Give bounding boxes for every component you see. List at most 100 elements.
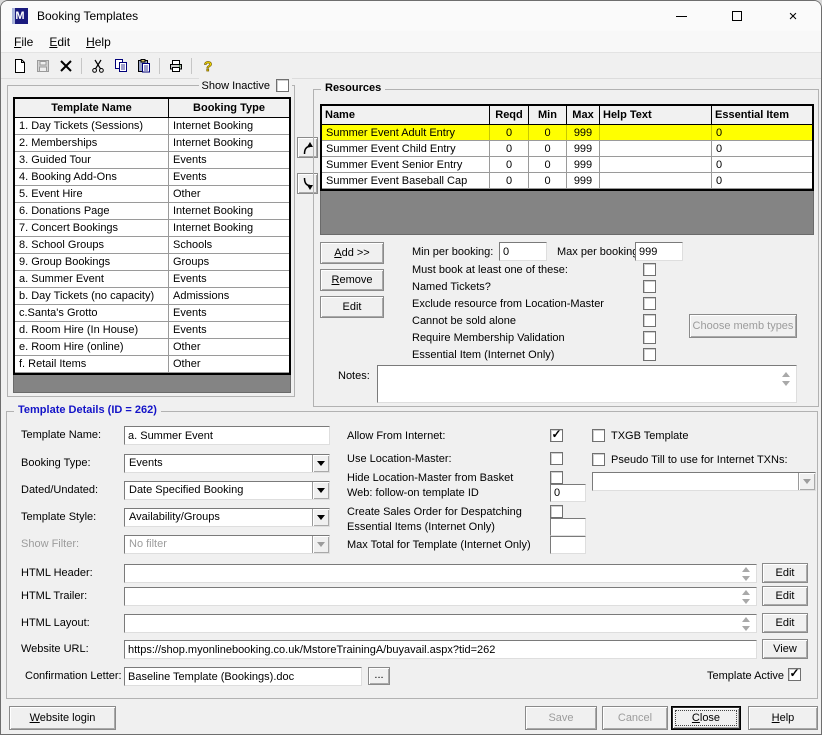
table-row[interactable]: 4. Booking Add-Ons Events xyxy=(15,169,289,186)
table-cell xyxy=(600,173,712,188)
table-cell: Other xyxy=(173,341,201,353)
print-button[interactable] xyxy=(164,56,187,77)
create-sales-order-checkbox[interactable] xyxy=(550,505,563,518)
html-trailer-input[interactable] xyxy=(124,587,757,606)
dated-undated-dropdown[interactable]: Date Specified Booking xyxy=(124,481,330,500)
min-per-booking-input[interactable] xyxy=(499,242,547,261)
table-row[interactable]: 5. Event Hire Other xyxy=(15,186,289,203)
menu-file[interactable]: File xyxy=(6,32,41,52)
use-location-master-checkbox[interactable] xyxy=(550,452,563,465)
table-row[interactable]: e. Room Hire (online) Other xyxy=(15,339,289,356)
column-header[interactable]: Help Text xyxy=(600,106,712,124)
maximize-button[interactable] xyxy=(709,1,765,31)
table-row[interactable]: 1. Day Tickets (Sessions) Internet Bookin… xyxy=(15,118,289,135)
column-header[interactable]: Max xyxy=(567,106,600,124)
toolbar-help-button[interactable]: ? xyxy=(196,56,219,77)
html-layout-input[interactable] xyxy=(124,614,757,633)
new-button[interactable] xyxy=(8,56,31,77)
table-row[interactable]: 8. School Groups Schools xyxy=(15,237,289,254)
table-row[interactable]: Summer Event Senior Entry 0 0 999 0 xyxy=(322,157,812,173)
html-trailer-edit-button[interactable]: Edit xyxy=(762,586,808,606)
table-row[interactable]: 3. Guided Tour Events xyxy=(15,152,289,169)
column-header[interactable]: Name xyxy=(322,106,490,124)
booking-type-dropdown[interactable]: Events xyxy=(124,454,330,473)
website-url-input[interactable] xyxy=(124,640,757,659)
dropdown-button[interactable] xyxy=(312,482,329,499)
notes-input[interactable] xyxy=(377,365,797,403)
max-per-booking-input[interactable] xyxy=(635,242,683,261)
column-header[interactable]: Min xyxy=(529,106,567,124)
named-tickets-checkbox[interactable] xyxy=(643,280,656,293)
essential-item-checkbox[interactable] xyxy=(643,348,656,361)
close-button[interactable]: Close xyxy=(671,706,741,730)
web-follow-on-input[interactable] xyxy=(550,484,586,502)
column-header[interactable]: Template Name xyxy=(15,99,169,117)
notes-scrollbar[interactable] xyxy=(780,372,792,386)
paste-button[interactable] xyxy=(132,56,155,77)
template-name-input[interactable] xyxy=(124,426,330,445)
hide-location-master-checkbox[interactable] xyxy=(550,471,563,484)
minimize-button[interactable] xyxy=(653,1,709,31)
table-row[interactable]: 2. Memberships Internet Booking xyxy=(15,135,289,152)
html-header-input[interactable] xyxy=(124,564,757,583)
require-membership-checkbox[interactable] xyxy=(643,331,656,344)
html-trailer-scrollbar[interactable] xyxy=(740,590,752,604)
allow-from-internet-checkbox[interactable] xyxy=(550,429,563,442)
must-book-checkbox[interactable] xyxy=(643,263,656,276)
close-window-button[interactable]: × xyxy=(765,1,821,31)
column-header[interactable]: Reqd xyxy=(490,106,529,124)
menu-help[interactable]: Help xyxy=(78,32,119,52)
table-row[interactable]: 7. Concert Bookings Internet Booking xyxy=(15,220,289,237)
website-url-view-button[interactable]: View xyxy=(762,639,808,659)
save-button-footer[interactable]: Save xyxy=(525,706,597,730)
add-resource-button[interactable]: Add >> xyxy=(320,242,384,264)
table-row[interactable]: b. Day Tickets (no capacity) Admissions xyxy=(15,288,289,305)
confirmation-letter-browse-button[interactable]: ... xyxy=(368,667,390,685)
template-style-dropdown[interactable]: Availability/Groups xyxy=(124,508,330,527)
dropdown-button[interactable] xyxy=(312,455,329,472)
show-inactive-checkbox[interactable] xyxy=(276,79,289,92)
dropdown-button[interactable] xyxy=(312,509,329,526)
table-cell xyxy=(600,125,712,140)
table-row[interactable]: c.Santa's Grotto Events xyxy=(15,305,289,322)
choose-memb-types-button[interactable]: Choose memb types xyxy=(689,314,797,338)
essential-items-input[interactable] xyxy=(550,518,586,536)
template-active-checkbox[interactable] xyxy=(788,668,801,681)
txgb-template-checkbox[interactable] xyxy=(592,429,605,442)
remove-resource-button[interactable]: Remove xyxy=(320,269,384,291)
max-total-input[interactable] xyxy=(550,536,586,554)
menu-edit[interactable]: Edit xyxy=(41,32,78,52)
save-button[interactable] xyxy=(31,56,54,77)
dropdown-button xyxy=(798,473,815,490)
table-row[interactable]: Summer Event Baseball Cap 0 0 999 0 xyxy=(322,173,812,189)
table-row[interactable]: a. Summer Event Events xyxy=(15,271,289,288)
cancel-button[interactable]: Cancel xyxy=(602,706,668,730)
cut-button[interactable] xyxy=(86,56,109,77)
table-cell: Groups xyxy=(173,256,210,268)
html-layout-edit-button[interactable]: Edit xyxy=(762,613,808,633)
html-header-edit-button[interactable]: Edit xyxy=(762,563,808,583)
table-cell: Summer Event Child Entry xyxy=(322,141,490,156)
website-login-button[interactable]: Website login xyxy=(9,706,116,730)
table-row[interactable]: 6. Donations Page Internet Booking xyxy=(15,203,289,220)
confirmation-letter-input[interactable] xyxy=(124,667,362,686)
column-header[interactable]: Booking Type xyxy=(169,99,289,117)
cannot-sold-alone-checkbox[interactable] xyxy=(643,314,656,327)
delete-button[interactable] xyxy=(54,56,77,77)
table-row[interactable]: Summer Event Child Entry 0 0 999 0 xyxy=(322,141,812,157)
table-row[interactable]: f. Retail Items Other xyxy=(15,356,289,373)
table-cell: 0 xyxy=(490,157,529,172)
html-layout-scrollbar[interactable] xyxy=(740,617,752,631)
html-header-scrollbar[interactable] xyxy=(740,567,752,581)
copy-button[interactable] xyxy=(109,56,132,77)
edit-resource-button[interactable]: Edit xyxy=(320,296,384,318)
table-row[interactable]: d. Room Hire (In House) Events xyxy=(15,322,289,339)
template-list-header: Template Name Booking Type xyxy=(15,99,289,118)
table-cell: c.Santa's Grotto xyxy=(15,305,169,321)
table-row[interactable]: Summer Event Adult Entry 0 0 999 0 xyxy=(322,125,812,141)
exclude-resource-checkbox[interactable] xyxy=(643,297,656,310)
column-header[interactable]: Essential Item xyxy=(712,106,812,124)
pseudo-till-checkbox[interactable] xyxy=(592,453,605,466)
help-button[interactable]: Help xyxy=(748,706,818,730)
table-row[interactable]: 9. Group Bookings Groups xyxy=(15,254,289,271)
